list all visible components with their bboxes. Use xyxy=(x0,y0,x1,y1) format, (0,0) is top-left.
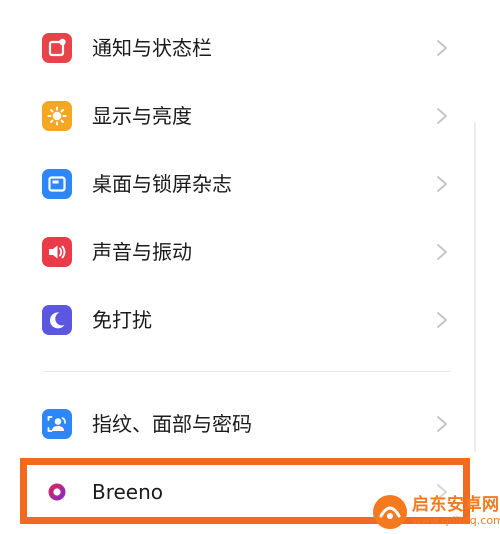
site-watermark: 启东安卓网 www.qdltdq.com xyxy=(368,488,500,534)
scrollbar[interactable] xyxy=(474,122,476,452)
settings-item-do-not-disturb[interactable]: 免打扰 xyxy=(0,305,500,357)
face-fingerprint-icon xyxy=(42,409,72,439)
chevron-right-icon xyxy=(437,416,447,432)
watermark-title: 启东安卓网 xyxy=(412,495,500,515)
brightness-sun-icon xyxy=(42,101,72,131)
chevron-right-icon xyxy=(437,312,447,328)
settings-item-label: 免打扰 xyxy=(92,308,152,332)
settings-item-label: 桌面与锁屏杂志 xyxy=(92,172,232,196)
wallpaper-picture-icon xyxy=(42,169,72,199)
moon-icon xyxy=(42,305,72,335)
chevron-right-icon xyxy=(437,108,447,124)
watermark-url: www.qdltdq.com xyxy=(412,514,500,527)
chevron-right-icon xyxy=(437,40,447,56)
settings-item-biometrics[interactable]: 指纹、面部与密码 xyxy=(0,409,500,461)
watermark-logo-icon xyxy=(373,495,407,529)
settings-item-wallpaper[interactable]: 桌面与锁屏杂志 xyxy=(0,169,500,221)
settings-item-label: 声音与振动 xyxy=(92,240,192,264)
notification-bar-icon xyxy=(42,33,72,63)
settings-item-label: 指纹、面部与密码 xyxy=(92,412,252,436)
settings-item-display[interactable]: 显示与亮度 xyxy=(0,101,500,153)
settings-item-label: 显示与亮度 xyxy=(92,104,192,128)
settings-item-sound[interactable]: 声音与振动 xyxy=(0,237,500,289)
settings-item-notifications[interactable]: 通知与状态栏 xyxy=(0,33,500,85)
speaker-icon xyxy=(42,237,72,267)
section-divider xyxy=(42,371,450,372)
settings-item-label: 通知与状态栏 xyxy=(92,36,212,60)
chevron-right-icon xyxy=(437,244,447,260)
chevron-right-icon xyxy=(437,176,447,192)
